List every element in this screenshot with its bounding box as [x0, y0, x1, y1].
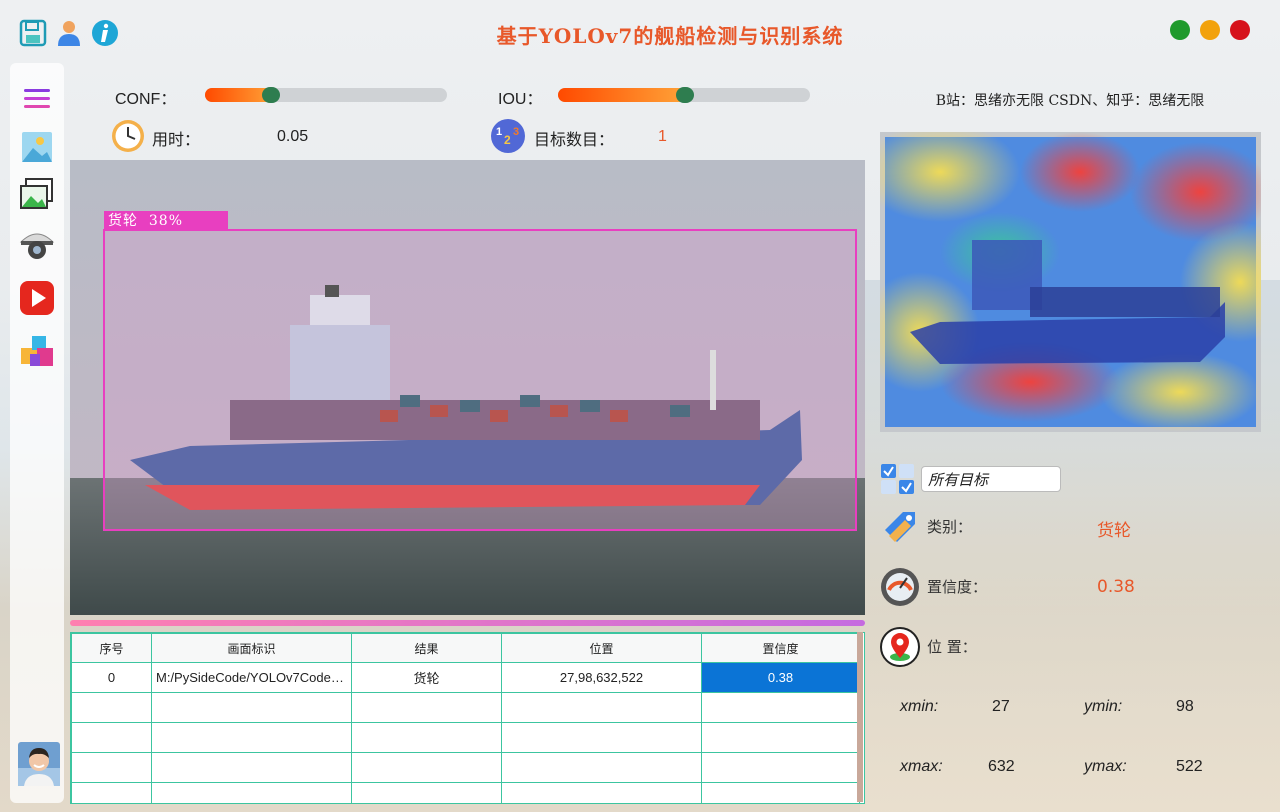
heatmap-image	[880, 132, 1261, 432]
minimize-button[interactable]	[1170, 20, 1190, 40]
xmin-value: 27	[992, 698, 1010, 715]
ship-scene	[70, 160, 865, 615]
svg-text:2: 2	[504, 133, 511, 147]
table-row-empty[interactable]	[71, 722, 860, 753]
folder-images-icon[interactable]	[18, 176, 56, 214]
maximize-button[interactable]	[1200, 20, 1220, 40]
menu-icon[interactable]	[18, 80, 56, 118]
time-value: 0.05	[277, 128, 309, 145]
position-label: 位 置：	[927, 638, 977, 656]
camera-icon[interactable]	[18, 224, 56, 262]
location-icon	[880, 627, 920, 667]
confidence-label: 置信度：	[927, 578, 988, 596]
tag-icon	[885, 512, 915, 542]
ymax-label: ymax:	[1084, 758, 1127, 775]
confidence-value: 0.38	[1097, 577, 1135, 597]
progress-bar	[70, 620, 865, 626]
table-row-empty[interactable]	[71, 782, 860, 803]
results-table[interactable]: 序号 画面标识 结果 位置 置信度 0 M:/PySideCode/YOLOv7…	[70, 632, 865, 804]
count-icon: 1 2 3	[491, 119, 525, 153]
svg-text:3: 3	[513, 126, 519, 138]
conf-label: CONF：	[115, 91, 177, 108]
table-row-empty[interactable]	[71, 752, 860, 783]
credit-text: B站：思绪亦无限 CSDN、知乎：思绪无限	[935, 93, 1205, 109]
app-title: 基于YOLOv7的舰船检测与识别系统	[496, 24, 844, 48]
cell-result[interactable]: 货轮	[351, 662, 502, 693]
col-header-index[interactable]: 序号	[71, 633, 152, 663]
table-scrollbar[interactable]	[857, 632, 863, 802]
ymax-value: 522	[1176, 758, 1203, 775]
ymin-label: ymin:	[1084, 698, 1123, 715]
iou-label: IOU：	[498, 91, 543, 108]
ymin-value: 98	[1176, 698, 1194, 715]
xmin-label: xmin:	[900, 698, 939, 715]
image-icon[interactable]	[18, 128, 56, 166]
table-row-empty[interactable]	[71, 692, 860, 723]
target-filter-select[interactable]: 所有目标	[921, 466, 1061, 492]
sidebar	[10, 63, 64, 803]
xmax-value: 632	[988, 758, 1015, 775]
avatar[interactable]	[18, 742, 60, 786]
heatmap-panel	[880, 132, 1261, 432]
cell-source[interactable]: M:/PySideCode/YOLOv7Code/ship.jpg	[151, 662, 352, 693]
close-button[interactable]	[1230, 20, 1250, 40]
save-icon[interactable]	[18, 18, 48, 48]
svg-text:1: 1	[496, 126, 502, 138]
class-label: 类别：	[927, 518, 973, 536]
col-header-confidence[interactable]: 置信度	[701, 633, 860, 663]
detection-label: 货轮 38%	[108, 213, 184, 229]
clock-icon	[112, 120, 144, 152]
conf-slider-handle[interactable]	[262, 87, 280, 103]
col-header-position[interactable]: 位置	[501, 633, 702, 663]
col-header-source[interactable]: 画面标识	[151, 633, 352, 663]
count-label: 目标数目：	[534, 132, 615, 149]
video-icon[interactable]	[18, 279, 56, 317]
model-cube-icon[interactable]	[18, 332, 56, 370]
xmax-label: xmax:	[900, 758, 943, 775]
table-row[interactable]: 0 M:/PySideCode/YOLOv7Code/ship.jpg 货轮 2…	[71, 662, 860, 693]
cell-confidence[interactable]: 0.38	[701, 662, 860, 693]
gauge-icon	[881, 568, 919, 606]
table-header-row: 序号 画面标识 结果 位置 置信度	[71, 633, 860, 663]
count-value: 1	[658, 128, 667, 145]
time-label: 用时：	[152, 132, 201, 149]
info-icon[interactable]	[90, 18, 120, 48]
iou-slider-handle[interactable]	[676, 87, 694, 103]
user-icon[interactable]	[54, 18, 84, 48]
conf-slider[interactable]	[205, 87, 447, 103]
checkbox-icon[interactable]	[879, 462, 917, 496]
cell-index[interactable]: 0	[71, 662, 152, 693]
iou-slider[interactable]	[558, 87, 810, 103]
cell-position[interactable]: 27,98,632,522	[501, 662, 702, 693]
iou-slider-fill	[558, 88, 691, 102]
class-value: 货轮	[1097, 521, 1131, 541]
col-header-result[interactable]: 结果	[351, 633, 502, 663]
detection-image: 货轮 38%	[70, 160, 865, 615]
